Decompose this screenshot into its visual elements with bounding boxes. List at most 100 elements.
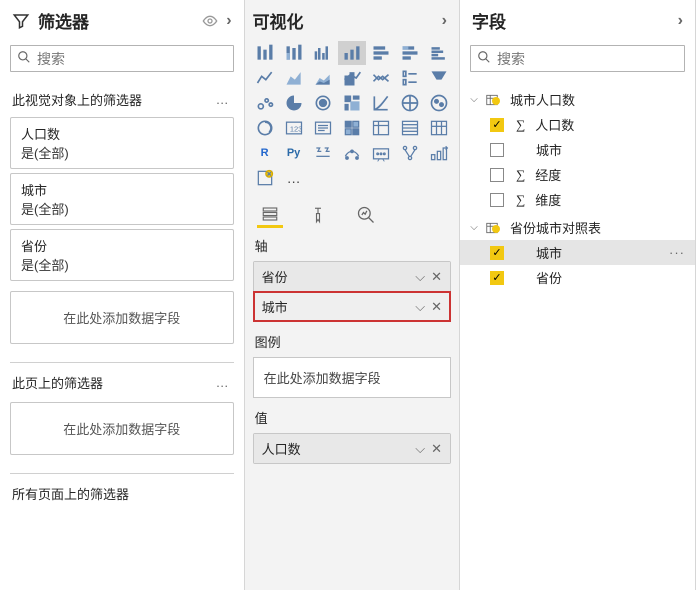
viz-type-8[interactable] [280,66,308,90]
filter-card[interactable]: 城市是(全部) [10,173,234,225]
viz-type-32[interactable] [367,141,395,165]
more-icon[interactable]: … [214,375,232,390]
visual-filters-dropzone[interactable]: 在此处添加数据字段 [10,291,234,344]
analytics-tab[interactable] [353,202,379,228]
sigma-icon: ∑ [516,192,525,208]
viz-type-0[interactable] [251,41,279,65]
filters-search-input[interactable] [37,51,227,67]
table-row[interactable]: ⌵城市人口数 [460,84,695,112]
viz-type-15[interactable] [280,91,308,115]
fields-search[interactable] [470,45,685,72]
search-icon [477,50,491,67]
filter-icon [12,12,30,30]
more-icon[interactable]: … [214,92,232,107]
filter-card-name: 人口数 [21,124,223,143]
checkbox[interactable] [490,168,504,182]
filter-card[interactable]: 省份是(全部) [10,229,234,281]
checkbox-checked[interactable]: ✓ [490,118,504,132]
table-icon [484,93,500,107]
checkbox[interactable] [490,193,504,207]
viz-type-5[interactable] [396,41,424,65]
checkbox[interactable] [490,143,504,157]
viz-type-25[interactable] [367,116,395,140]
sigma-icon: ∑ [516,117,525,133]
field-row[interactable]: ✓∑人口数 [460,112,695,137]
collapse-chevron-icon[interactable]: › [678,12,683,30]
field-name: 省份 [536,268,687,287]
viz-type-2[interactable] [309,41,337,65]
viz-type-29[interactable]: Py [280,141,308,165]
field-pill-label: 人口数 [262,439,410,458]
sigma-icon: ∑ [516,167,525,183]
viz-type-18[interactable] [367,91,395,115]
viz-type-4[interactable] [367,41,395,65]
viz-type-36[interactable]: … [280,166,308,190]
viz-type-9[interactable] [309,66,337,90]
viz-type-31[interactable] [338,141,366,165]
eye-icon[interactable] [202,13,218,29]
filters-search[interactable] [10,45,234,72]
page-filters-dropzone[interactable]: 在此处添加数据字段 [10,402,234,455]
fields-search-input[interactable] [497,51,678,67]
viz-type-20[interactable] [425,91,453,115]
checkbox-checked[interactable]: ✓ [490,246,504,260]
collapse-chevron-icon[interactable]: › [226,12,231,30]
field-row[interactable]: ✓ 省份 [460,265,695,290]
allpages-filters-label: 所有页面上的筛选器 [0,474,244,507]
visual-filters-label: 此视觉对象上的筛选器 … [0,80,244,113]
field-pill[interactable]: 省份⌵✕ [254,262,450,292]
fields-tab[interactable] [257,202,283,228]
viz-type-33[interactable] [396,141,424,165]
table-row[interactable]: ⌵省份城市对照表 [460,212,695,240]
viz-type-10[interactable] [338,66,366,90]
viz-type-19[interactable] [396,91,424,115]
format-tab[interactable] [305,202,331,228]
chevron-down-icon[interactable]: ⌵ [415,299,425,315]
remove-icon[interactable]: ✕ [431,441,442,457]
chevron-down-icon[interactable]: ⌵ [415,269,425,285]
filter-card[interactable]: 人口数是(全部) [10,117,234,169]
field-row[interactable]: ∑ 经度 [460,162,695,187]
viz-type-16[interactable] [309,91,337,115]
viz-type-22[interactable]: 123 [280,116,308,140]
viz-type-6[interactable] [425,41,453,65]
viz-type-26[interactable] [396,116,424,140]
viz-header: 可视化 › [245,0,459,39]
viz-type-30[interactable] [309,141,337,165]
viz-type-17[interactable] [338,91,366,115]
field-name: 城市 [536,243,663,262]
remove-icon[interactable]: ✕ [431,269,442,285]
viz-type-11[interactable] [367,66,395,90]
viz-type-24[interactable] [338,116,366,140]
field-row[interactable]: ∑维度 [460,187,695,212]
viz-type-3[interactable] [338,41,366,65]
checkbox-checked[interactable]: ✓ [490,271,504,285]
value-field-well[interactable]: 人口数 ⌵ ✕ [253,433,451,464]
more-icon[interactable]: ··· [667,245,687,260]
viz-type-28[interactable]: R [251,141,279,165]
viz-type-7[interactable] [251,66,279,90]
axis-field-well[interactable]: 省份⌵✕城市⌵✕ [253,261,451,322]
viz-type-13[interactable] [425,66,453,90]
collapse-chevron-icon[interactable]: › [442,12,447,30]
viz-type-12[interactable] [396,66,424,90]
chevron-down-icon[interactable]: ⌵ [415,441,425,457]
caret-down-icon: ⌵ [468,222,480,233]
viz-type-27[interactable] [425,116,453,140]
filter-card-value: 是(全部) [21,255,223,274]
field-pill[interactable]: 人口数 ⌵ ✕ [254,434,450,463]
filters-pane: 筛选器 › 此视觉对象上的筛选器 … 人口数是(全部)城市是(全部)省份是(全部… [0,0,245,590]
field-row[interactable]: ✓ 城市 ··· [460,240,695,265]
viz-type-14[interactable] [251,91,279,115]
field-name: 经度 [535,165,687,184]
remove-icon[interactable]: ✕ [431,299,442,315]
field-pill[interactable]: 城市⌵✕ [254,292,450,321]
field-row[interactable]: 城市 [460,137,695,162]
viz-type-1[interactable] [280,41,308,65]
fields-title: 字段 [472,8,670,33]
viz-type-23[interactable] [309,116,337,140]
viz-type-21[interactable] [251,116,279,140]
viz-type-35[interactable] [251,166,279,190]
viz-type-34[interactable] [425,141,453,165]
legend-field-well[interactable]: 在此处添加数据字段 [253,357,451,398]
